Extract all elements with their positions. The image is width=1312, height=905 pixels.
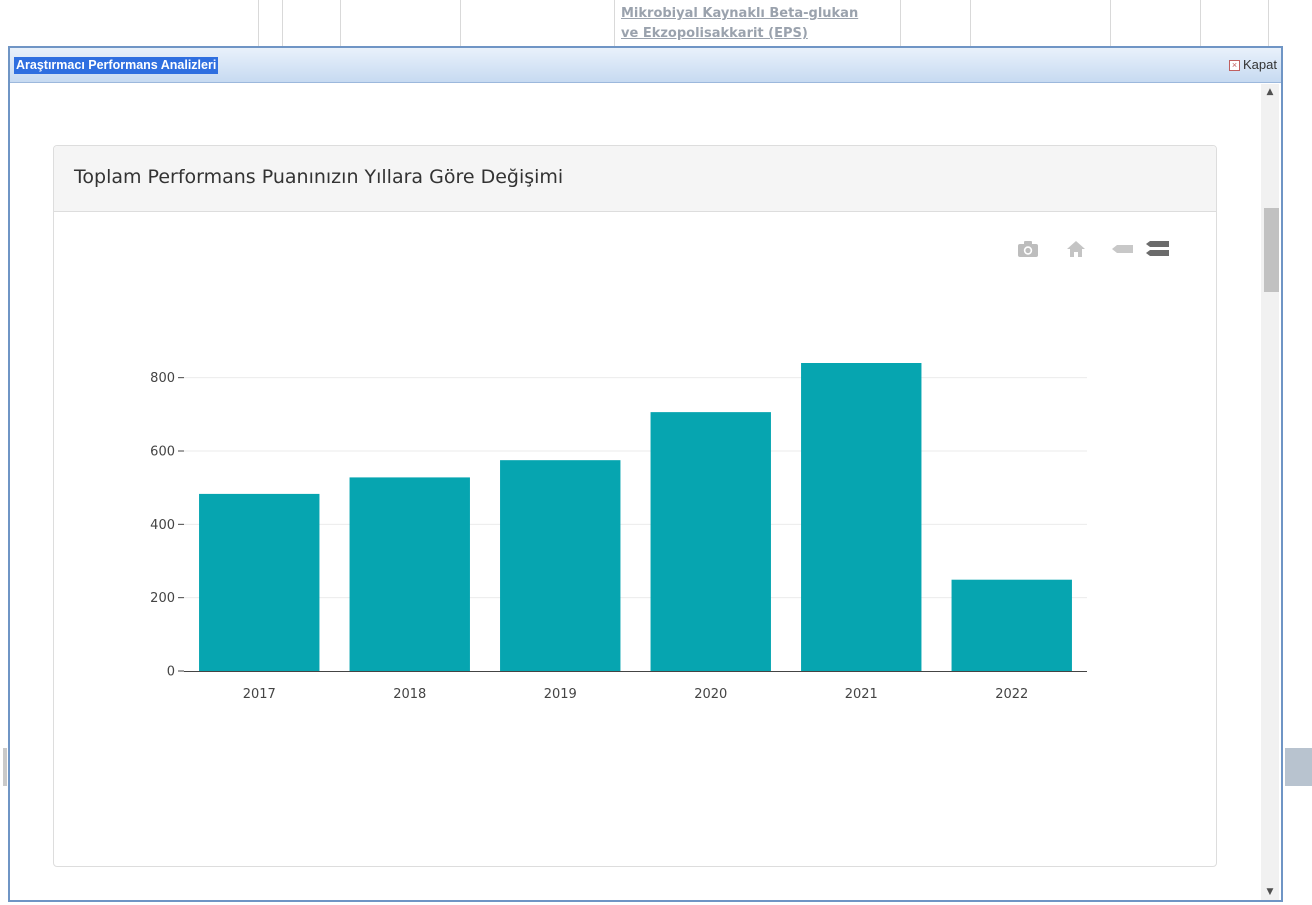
project-title-link[interactable]: Mikrobiyal Kaynaklı Beta-glukan ve Ekzop… [621,4,901,44]
chart-panel: Toplam Performans Puanınızın Yıllara Gör… [53,145,1217,867]
bar-2019 [500,460,621,671]
table-divider [1200,0,1201,46]
close-label: Kapat [1243,57,1277,72]
table-divider [1268,0,1269,46]
dialog-titlebar[interactable]: Araştırmacı Performans Analizleri × Kapa… [10,48,1281,83]
background-strip [1285,748,1312,786]
table-divider [614,0,615,46]
table-divider [258,0,259,46]
table-divider [460,0,461,46]
chart-modebar [1017,239,1177,259]
table-divider [1110,0,1111,46]
bar-2021 [801,363,922,671]
bar-2020 [650,412,771,671]
performance-dialog: Araştırmacı Performans Analizleri × Kapa… [8,46,1283,902]
bar-chart: 0 200 400 600 800 2017 2018 2019 2020 2021 2022 [150,363,1087,702]
x-tick-label: 2019 [544,687,577,702]
y-tick-label: 400 [150,518,175,533]
bar-2022 [951,579,1072,671]
y-tick-label: 800 [150,371,175,386]
background-edge [3,748,7,786]
x-tick-label: 2020 [694,687,727,702]
project-title-line: ve Ekzopolisakkarit (EPS) [621,26,808,41]
scroll-thumb[interactable] [1264,208,1279,292]
scroll-down-arrow-icon[interactable]: ▼ [1261,884,1279,900]
close-icon: × [1229,59,1241,71]
project-title-line: Mikrobiyal Kaynaklı Beta-glukan [621,6,859,21]
panel-header: Toplam Performans Puanınızın Yıllara Gör… [54,146,1216,212]
compare-icon[interactable] [1145,239,1171,259]
x-tick-label: 2018 [393,687,426,702]
scroll-up-arrow-icon[interactable]: ▲ [1261,84,1279,100]
table-divider [970,0,971,46]
bar-2017 [199,493,320,671]
camera-icon[interactable] [1017,239,1039,259]
x-tick-label: 2021 [845,687,878,702]
home-icon[interactable] [1066,239,1086,259]
y-tick-label: 200 [150,591,175,606]
y-tick-label: 0 [167,665,175,680]
close-button[interactable]: × Kapat [1229,56,1277,74]
bar-2018 [349,477,470,671]
x-tick-label: 2022 [995,687,1028,702]
dialog-scrollbar[interactable]: ▲ ▼ [1261,84,1279,900]
background-table: Mikrobiyal Kaynaklı Beta-glukan ve Ekzop… [0,0,1312,46]
table-divider [282,0,283,46]
tag-icon[interactable] [1111,239,1135,259]
table-divider [340,0,341,46]
dialog-title: Araştırmacı Performans Analizleri [14,57,219,74]
y-tick-label: 600 [150,445,175,460]
panel-title: Toplam Performans Puanınızın Yıllara Gör… [74,166,564,188]
x-tick-label: 2017 [243,687,276,702]
